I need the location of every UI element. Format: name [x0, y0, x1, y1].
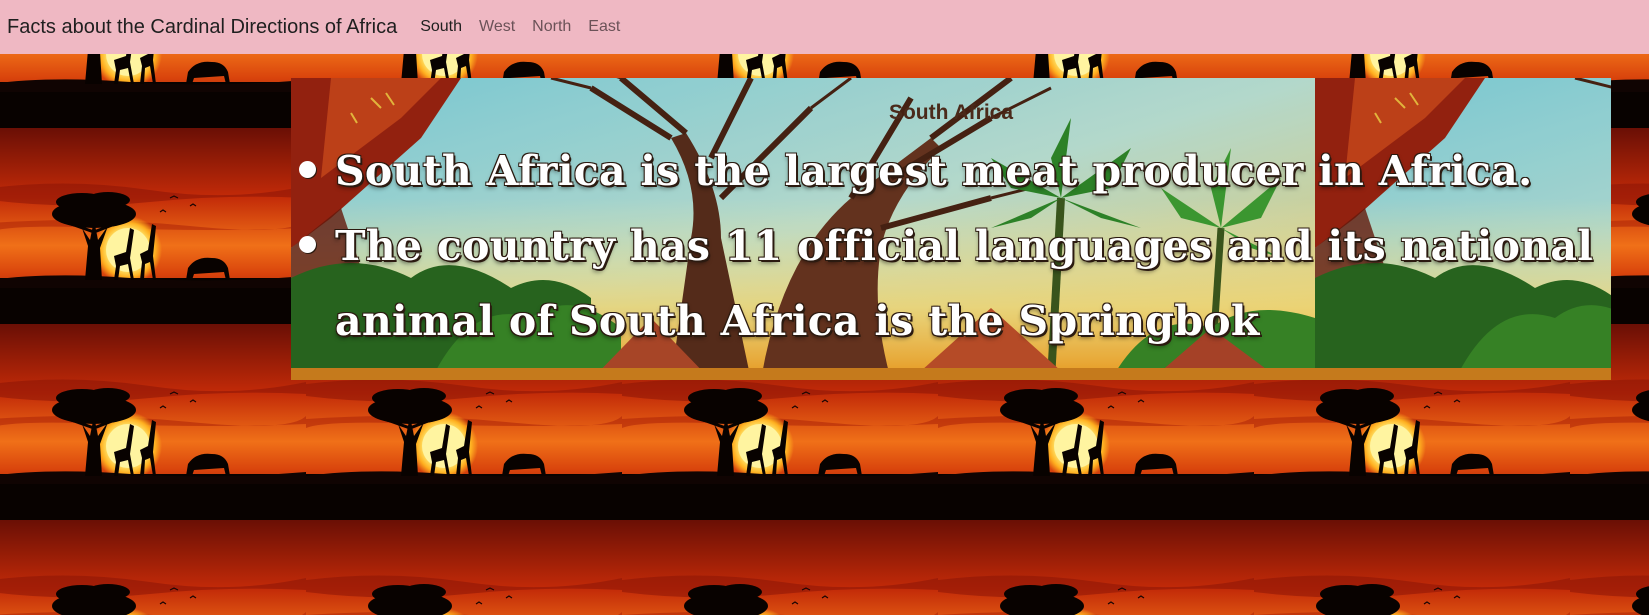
section-title: South Africa	[888, 101, 1014, 125]
bullet-icon	[299, 236, 316, 253]
nav-link-west[interactable]: West	[479, 18, 515, 36]
facts-list: South Africa is the largest meat produce…	[291, 134, 1611, 359]
list-item: The country has 11 official languages an…	[299, 209, 1611, 359]
south-africa-panel: South Africa South Africa is the largest…	[291, 78, 1611, 380]
fact-text: The country has 11 official languages an…	[335, 222, 1594, 345]
list-item: South Africa is the largest meat produce…	[299, 134, 1611, 209]
navbar-brand[interactable]: Facts about the Cardinal Directions of A…	[7, 16, 397, 39]
nav-link-east[interactable]: East	[588, 18, 620, 36]
bullet-icon	[299, 161, 316, 178]
navbar: Facts about the Cardinal Directions of A…	[0, 0, 1649, 54]
fact-text: South Africa is the largest meat produce…	[335, 147, 1533, 195]
nav-link-north[interactable]: North	[532, 18, 571, 36]
nav-link-south[interactable]: South	[420, 18, 462, 36]
